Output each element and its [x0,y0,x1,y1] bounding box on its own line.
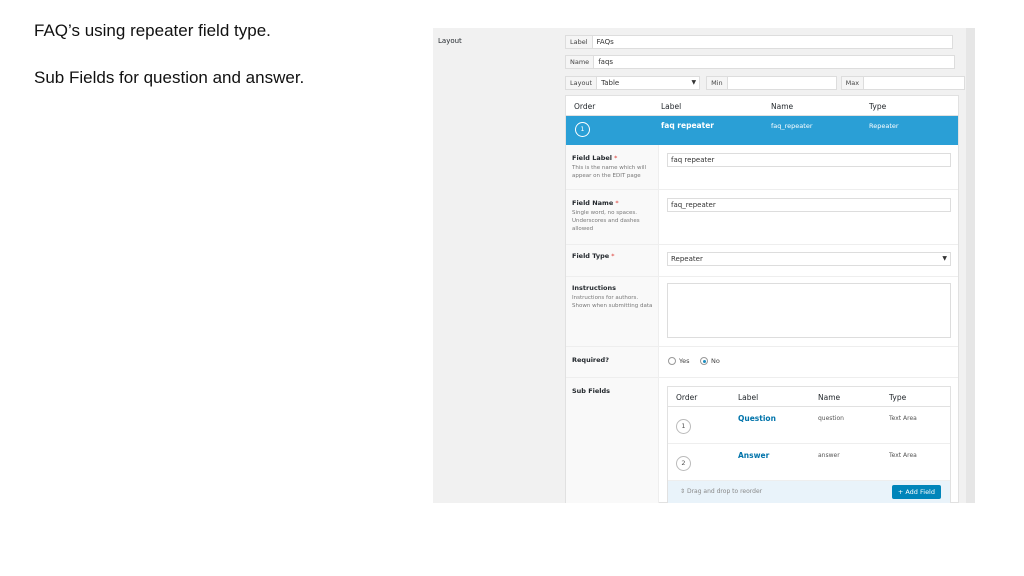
sub-field-row[interactable]: 2 Answer answer Text Area [668,444,950,481]
setting-field-name: Field Name * Single word, no spaces. Unde… [566,190,958,245]
chevron-down-icon: ▼ [691,79,697,86]
header-order: Order [574,102,596,111]
selected-field-row[interactable]: 1 faq repeater faq_repeater Repeater [566,116,958,145]
layout-section-label: Layout [438,37,462,45]
sub-fields-header: Order Label Name Type [668,387,950,407]
setting-sub-fields: Sub Fields Order Label Name Type 1 Quest… [566,378,958,503]
drag-hint: ⇕ Drag and drop to reorder [680,488,763,495]
sub-field-name: question [818,415,844,422]
add-field-button[interactable]: + Add Field [891,485,941,499]
field-order-badge[interactable]: 1 [575,122,590,137]
max-input[interactable] [864,76,966,90]
max-caption: Max [840,76,865,90]
meta-name-row: Name faqs [565,55,956,69]
instructions-textarea[interactable] [667,283,951,338]
meta-label-row: Label FAQs [565,35,953,49]
field-name-input[interactable]: faq_repeater [667,198,951,212]
setting-field-type: Field Type * Repeater ▼ [566,245,958,277]
layout-select[interactable]: Table ▼ [597,76,701,90]
sub-field-label[interactable]: Answer [738,451,769,460]
sub-header-type: Type [889,393,907,402]
min-input[interactable] [727,76,837,90]
sub-fields-caption: Sub Fields [572,387,611,395]
slide-line-2: Sub Fields for question and answer. [34,68,305,87]
sub-header-name: Name [818,393,841,402]
label-input[interactable]: FAQs [592,35,953,49]
required-caption: Required? [572,356,609,364]
sub-field-row[interactable]: 1 Question question Text Area [668,407,950,444]
required-yes-radio[interactable]: Yes [668,357,690,365]
header-type: Type [869,102,887,111]
sub-field-type: Text Area [889,415,917,422]
acf-screenshot: Layout Label FAQs Name faqs Layout Table… [433,28,975,503]
min-caption: Min [706,76,728,90]
field-type-select[interactable]: Repeater ▼ [667,252,951,266]
layout-caption: Layout [565,76,598,90]
instructions-caption: Instructions Instructions for authors. Sh… [572,284,653,309]
setting-instructions: Instructions Instructions for authors. Sh… [566,277,958,347]
field-type-value: Repeater [671,255,703,263]
required-no-radio[interactable]: No [700,357,720,365]
sub-fields-footer: ⇕ Drag and drop to reorder + Add Field [668,481,950,503]
chevron-down-icon: ▼ [942,255,947,262]
selected-field-name: faq_repeater [771,122,813,130]
fields-table-header: Order Label Name Type [566,96,958,116]
sub-order-badge[interactable]: 2 [676,456,691,471]
sub-field-name: answer [818,452,840,459]
drag-handle-icon: ⇕ [680,488,686,495]
selected-field-type: Repeater [869,122,899,130]
setting-required: Required? Yes No [566,347,958,378]
selected-field-label[interactable]: faq repeater [661,121,714,130]
name-caption: Name [565,55,595,69]
sub-header-label: Label [738,393,759,402]
label-caption: Label [565,35,593,49]
sub-order-badge[interactable]: 1 [676,419,691,434]
field-type-caption: Field Type * [572,252,615,260]
field-label-input[interactable]: faq repeater [667,153,951,167]
layout-select-value: Table [601,79,620,87]
setting-field-label: Field Label * This is the name which will… [566,145,958,190]
header-label: Label [661,102,682,111]
sub-field-label[interactable]: Question [738,414,776,423]
fields-table: Order Label Name Type 1 faq repeater faq… [565,95,959,503]
field-settings: Field Label * This is the name which will… [566,145,958,503]
sub-field-type: Text Area [889,452,917,459]
slide-line-1: FAQ’s using repeater field type. [34,21,271,40]
meta-layout-row: Layout Table ▼ Min Max [565,76,966,90]
field-label-caption: Field Label * This is the name which will… [572,154,647,179]
field-name-caption: Field Name * Single word, no spaces. Unde… [572,199,640,232]
header-name: Name [771,102,794,111]
scrollbar[interactable] [966,28,975,503]
name-input[interactable]: faqs [594,55,956,69]
sub-fields-table: Order Label Name Type 1 Question questio… [667,386,951,503]
sub-header-order: Order [676,393,698,402]
